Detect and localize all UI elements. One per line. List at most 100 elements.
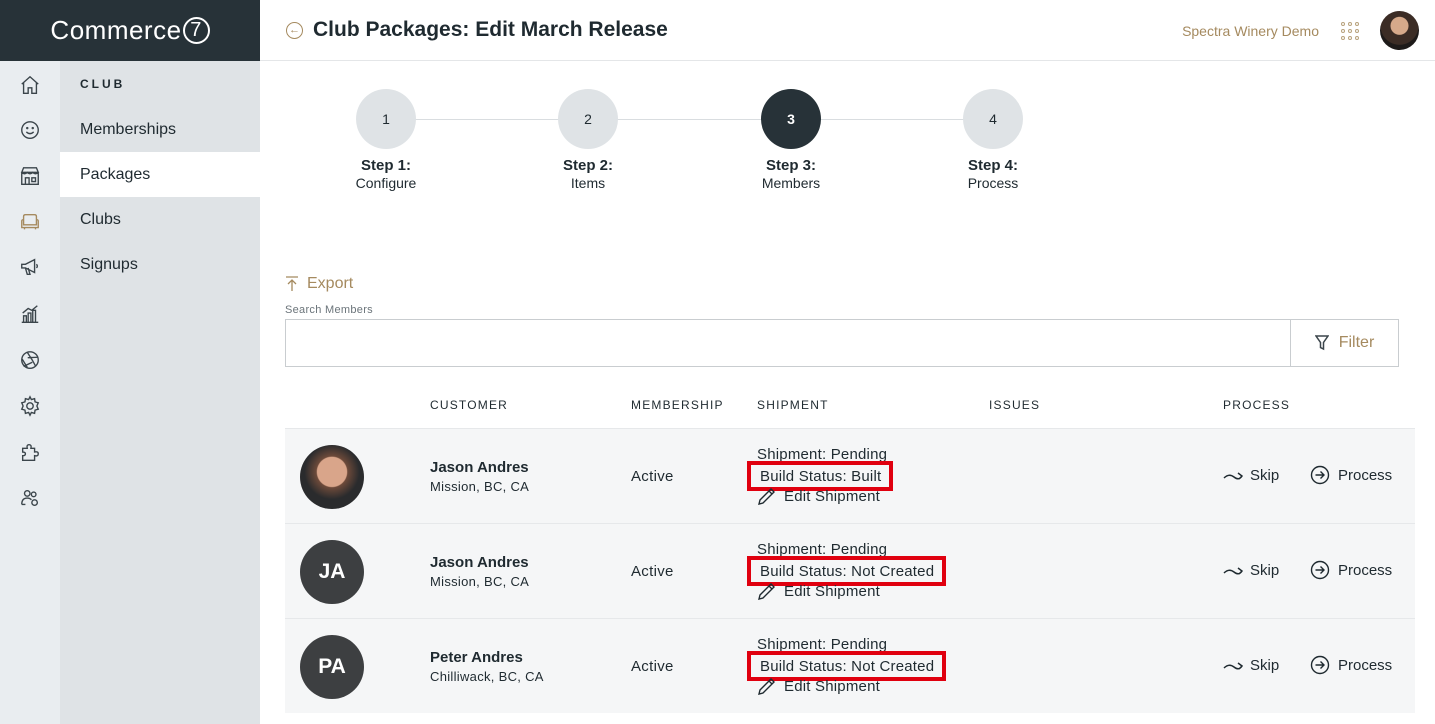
arrow-circle-right-icon bbox=[1310, 560, 1330, 580]
edit-shipment-label: Edit Shipment bbox=[784, 487, 880, 505]
column-header-process: PROCESS bbox=[1223, 398, 1291, 412]
search-label: Search Members bbox=[285, 304, 373, 316]
step-title: Step 2: bbox=[562, 157, 613, 174]
page-title: Club Packages: Edit March Release bbox=[313, 18, 668, 42]
export-label: Export bbox=[307, 275, 354, 292]
main-content: 1 Step 1: Configure 2 Step 2: Items 3 St… bbox=[260, 61, 1435, 724]
reports-icon bbox=[21, 305, 39, 323]
customer-avatar: JA bbox=[300, 540, 364, 604]
icon-rail bbox=[0, 61, 60, 724]
filter-label: Filter bbox=[1338, 334, 1375, 351]
process-label: Process bbox=[1338, 466, 1393, 484]
skip-arrow-icon bbox=[1223, 566, 1243, 575]
customer-name[interactable]: Jason Andres bbox=[430, 554, 529, 571]
filter-button[interactable]: Filter bbox=[1290, 319, 1399, 367]
page-title-prefix: Club Packages: bbox=[313, 18, 470, 41]
skip-button[interactable]: Skip bbox=[1223, 562, 1279, 579]
store-icon bbox=[20, 167, 40, 185]
rail-apps[interactable] bbox=[18, 440, 42, 464]
membership-status: Active bbox=[631, 468, 674, 485]
membership-status: Active bbox=[631, 563, 674, 580]
pencil-icon bbox=[758, 488, 775, 505]
customer-location: Chilliwack, BC, CA bbox=[430, 669, 544, 684]
customer-avatar: PA bbox=[300, 635, 364, 699]
rail-store[interactable] bbox=[18, 164, 42, 188]
table-row[interactable]: Jason Andres Mission, BC, CA Active Ship… bbox=[285, 428, 1415, 523]
subnav-item-packages[interactable]: Packages bbox=[60, 152, 260, 197]
skip-label: Skip bbox=[1250, 657, 1280, 674]
rail-aperture[interactable] bbox=[18, 348, 42, 372]
process-button[interactable]: Process bbox=[1310, 465, 1392, 485]
rail-marketing[interactable] bbox=[18, 255, 42, 279]
export-icon bbox=[286, 276, 298, 291]
smiley-icon bbox=[21, 121, 39, 139]
process-button[interactable]: Process bbox=[1310, 560, 1392, 580]
arrow-circle-right-icon bbox=[1310, 465, 1330, 485]
rail-customers[interactable] bbox=[18, 118, 42, 142]
skip-label: Skip bbox=[1250, 562, 1280, 579]
brand-logo[interactable]: Commerce 7 bbox=[0, 0, 260, 61]
table-row[interactable]: JA Jason Andres Mission, BC, CA Active S… bbox=[285, 523, 1415, 618]
aperture-icon bbox=[21, 351, 39, 369]
step-title: Step 1: bbox=[360, 157, 411, 174]
club-couch-icon bbox=[21, 213, 39, 230]
subnav-item-signups[interactable]: Signups bbox=[60, 242, 260, 287]
step-subtitle: Process bbox=[967, 175, 1019, 191]
column-header-shipment: SHIPMENT bbox=[757, 398, 829, 412]
subnav-heading: CLUB bbox=[80, 77, 126, 91]
apps-grid-icon[interactable] bbox=[1341, 22, 1359, 40]
arrow-circle-right-icon bbox=[1310, 655, 1330, 675]
filter-icon bbox=[1314, 335, 1329, 351]
users-settings-icon bbox=[21, 489, 39, 507]
step-subtitle: Members bbox=[761, 175, 821, 191]
edit-shipment-link[interactable]: Edit Shipment bbox=[757, 676, 880, 696]
process-label: Process bbox=[1338, 656, 1393, 674]
customer-location: Mission, BC, CA bbox=[430, 574, 530, 589]
edit-shipment-link[interactable]: Edit Shipment bbox=[757, 486, 880, 506]
step-process[interactable]: 4 Step 4: Process bbox=[933, 89, 1053, 191]
rail-club[interactable] bbox=[18, 210, 42, 234]
step-members[interactable]: 3 Step 3: Members bbox=[731, 89, 851, 191]
rail-users[interactable] bbox=[18, 486, 42, 510]
pencil-icon bbox=[758, 583, 775, 600]
step-subtitle: Configure bbox=[355, 175, 417, 191]
stepper-line bbox=[386, 119, 992, 120]
customer-avatar bbox=[300, 445, 364, 509]
megaphone-icon bbox=[21, 258, 39, 276]
skip-label: Skip bbox=[1250, 467, 1280, 484]
step-title: Step 3: bbox=[765, 157, 816, 174]
edit-shipment-label: Edit Shipment bbox=[784, 677, 880, 695]
column-header-membership: MEMBERSHIP bbox=[631, 398, 724, 412]
edit-shipment-link[interactable]: Edit Shipment bbox=[757, 581, 880, 601]
account-name[interactable]: Spectra Winery Demo bbox=[1182, 23, 1319, 39]
rail-home[interactable] bbox=[18, 73, 42, 97]
process-button[interactable]: Process bbox=[1310, 655, 1392, 675]
skip-arrow-icon bbox=[1223, 661, 1243, 670]
rail-settings[interactable] bbox=[18, 394, 42, 418]
club-subnav: CLUB Memberships Packages Clubs Signups bbox=[60, 61, 260, 724]
brand-name: Commerce bbox=[50, 15, 182, 45]
step-number: 3 bbox=[761, 89, 821, 149]
export-button[interactable]: Export bbox=[285, 275, 353, 293]
search-members-input[interactable] bbox=[285, 319, 1291, 367]
pencil-icon bbox=[758, 678, 775, 695]
rail-reports[interactable] bbox=[18, 302, 42, 326]
step-number: 1 bbox=[356, 89, 416, 149]
step-configure[interactable]: 1 Step 1: Configure bbox=[326, 89, 446, 191]
user-avatar[interactable] bbox=[1380, 11, 1419, 50]
table-row[interactable]: PA Peter Andres Chilliwack, BC, CA Activ… bbox=[285, 618, 1415, 713]
skip-arrow-icon bbox=[1223, 471, 1243, 480]
process-label: Process bbox=[1338, 561, 1393, 579]
step-number: 2 bbox=[558, 89, 618, 149]
skip-button[interactable]: Skip bbox=[1223, 657, 1279, 674]
skip-button[interactable]: Skip bbox=[1223, 467, 1279, 484]
customer-name[interactable]: Jason Andres bbox=[430, 459, 529, 476]
membership-status: Active bbox=[631, 658, 674, 675]
customer-name[interactable]: Peter Andres bbox=[430, 649, 523, 666]
subnav-item-clubs[interactable]: Clubs bbox=[60, 197, 260, 242]
step-items[interactable]: 2 Step 2: Items bbox=[528, 89, 648, 191]
step-subtitle: Items bbox=[570, 175, 606, 191]
back-arrow-icon[interactable]: ← bbox=[286, 21, 303, 39]
step-title: Step 4: bbox=[967, 157, 1018, 174]
subnav-item-memberships[interactable]: Memberships bbox=[60, 107, 260, 152]
